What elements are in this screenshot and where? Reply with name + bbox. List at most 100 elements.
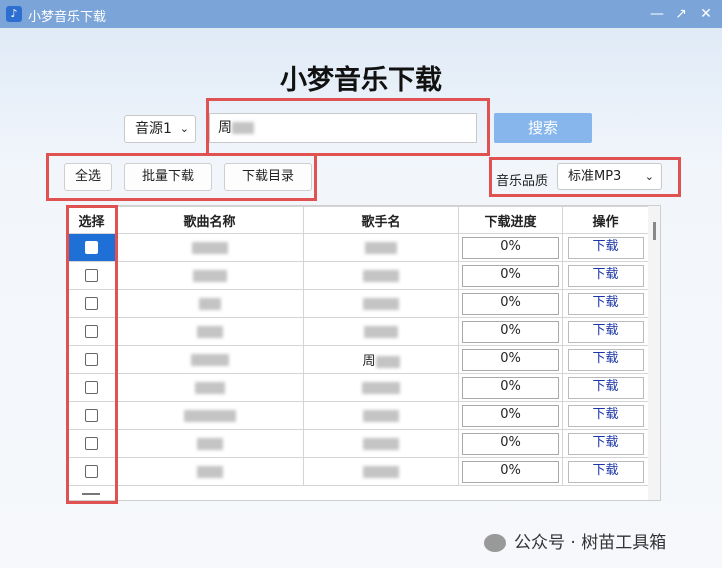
singer-cell [303, 261, 459, 290]
table-row[interactable]: 0% 下载 [67, 317, 649, 346]
blurred-text [375, 355, 400, 368]
table-row[interactable]: 0% 下载 [67, 401, 649, 430]
row-checkbox[interactable] [85, 381, 98, 394]
select-cell[interactable] [67, 457, 116, 486]
progress-bar: 0% [462, 264, 559, 287]
wechat-icon [484, 534, 506, 552]
row-checkbox[interactable] [85, 409, 98, 422]
download-button[interactable]: 下载 [567, 236, 644, 259]
row-checkbox[interactable] [85, 325, 98, 338]
download-button[interactable]: 下载 [567, 292, 644, 315]
select-cell[interactable] [67, 345, 116, 374]
song-name-cell [115, 233, 304, 262]
progress-cell: 0% [458, 317, 563, 346]
singer-cell [303, 429, 459, 458]
resize-handle[interactable] [82, 493, 100, 495]
download-button[interactable]: 下载 [567, 404, 644, 427]
blurred-text [196, 465, 223, 478]
download-button[interactable]: 下载 [567, 460, 644, 483]
blurred-text [183, 409, 236, 422]
blurred-text [196, 437, 223, 450]
action-cell: 下载 [562, 317, 649, 346]
select-cell[interactable] [67, 317, 116, 346]
blurred-text [363, 409, 399, 422]
table-row[interactable]: 0% 下载 [67, 233, 649, 262]
select-cell[interactable] [67, 289, 116, 318]
progress-cell: 0% [458, 289, 563, 318]
select-cell[interactable] [67, 233, 116, 262]
source-select[interactable]: 音源1 ⌄ [124, 115, 196, 143]
blurred-text [198, 297, 221, 310]
quality-select-value: 标准MP3 [568, 169, 622, 184]
singer-cell: 周 [303, 345, 459, 374]
quality-select[interactable]: 标准MP3 ⌄ [557, 163, 662, 190]
scrollbar-thumb[interactable] [653, 222, 656, 240]
column-header-song-name[interactable]: 歌曲名称 [115, 206, 304, 234]
progress-cell: 0% [458, 373, 563, 402]
select-all-button[interactable]: 全选 [64, 163, 112, 191]
song-name-cell [115, 401, 304, 430]
progress-bar: 0% [462, 348, 559, 371]
singer-text: 周 [362, 354, 376, 369]
select-cell[interactable] [67, 373, 116, 402]
source-select-value: 音源1 [135, 121, 172, 137]
action-cell: 下载 [562, 345, 649, 374]
download-button[interactable]: 下载 [567, 376, 644, 399]
batch-download-button[interactable]: 批量下载 [124, 163, 212, 191]
song-name-cell [115, 345, 304, 374]
close-icon[interactable]: ✕ [695, 3, 717, 25]
vertical-scrollbar[interactable] [648, 206, 660, 500]
table-row[interactable]: 0% 下载 [67, 429, 649, 458]
table-row[interactable]: 0% 下载 [67, 457, 649, 486]
table-row[interactable]: 周 0% 下载 [67, 345, 649, 374]
blurred-text [194, 381, 225, 394]
progress-cell: 0% [458, 261, 563, 290]
progress-cell: 0% [458, 233, 563, 262]
column-header-singer[interactable]: 歌手名 [303, 206, 459, 234]
search-input[interactable]: 周 [209, 113, 477, 143]
row-checkbox[interactable] [85, 297, 98, 310]
progress-bar: 0% [462, 404, 559, 427]
progress-bar: 0% [462, 292, 559, 315]
table-row[interactable]: 0% 下载 [67, 289, 649, 318]
blurred-text [190, 353, 229, 366]
select-cell[interactable] [67, 429, 116, 458]
song-name-cell [115, 457, 304, 486]
song-name-cell [115, 289, 304, 318]
action-cell: 下载 [562, 233, 649, 262]
column-header-select[interactable]: 选择 [67, 206, 116, 234]
select-cell[interactable] [67, 261, 116, 290]
table-header-row: 选择 歌曲名称 歌手名 下载进度 操作 [67, 206, 649, 234]
download-button[interactable]: 下载 [567, 348, 644, 371]
blurred-text [363, 297, 399, 310]
blurred-text [191, 241, 228, 254]
minimize-icon[interactable]: — [646, 3, 668, 25]
download-button[interactable]: 下载 [567, 264, 644, 287]
page-title: 小梦音乐下载 [280, 65, 442, 96]
title-bar: ♪ 小梦音乐下载 — ↗ ✕ [0, 0, 722, 28]
watermark: 公众号 · 树苗工具箱 [484, 528, 666, 553]
search-button[interactable]: 搜索 [494, 113, 592, 143]
row-checkbox[interactable] [85, 269, 98, 282]
row-checkbox[interactable] [85, 353, 98, 366]
action-cell: 下载 [562, 289, 649, 318]
song-name-cell [115, 317, 304, 346]
column-header-progress[interactable]: 下载进度 [458, 206, 563, 234]
select-cell[interactable] [67, 401, 116, 430]
song-name-cell [115, 373, 304, 402]
table-row[interactable]: 0% 下载 [67, 261, 649, 290]
download-button[interactable]: 下载 [567, 320, 644, 343]
column-header-action[interactable]: 操作 [562, 206, 649, 234]
table-row[interactable]: 0% 下载 [67, 373, 649, 402]
maximize-icon[interactable]: ↗ [670, 3, 692, 25]
blurred-text [362, 381, 400, 394]
search-input-value: 周 [218, 120, 232, 136]
blurred-text [363, 437, 399, 450]
row-checkbox[interactable] [85, 437, 98, 450]
progress-cell: 0% [458, 401, 563, 430]
progress-bar: 0% [462, 320, 559, 343]
row-checkbox[interactable] [85, 465, 98, 478]
download-button[interactable]: 下载 [567, 432, 644, 455]
row-checkbox[interactable] [85, 241, 98, 254]
download-dir-button[interactable]: 下载目录 [224, 163, 312, 191]
